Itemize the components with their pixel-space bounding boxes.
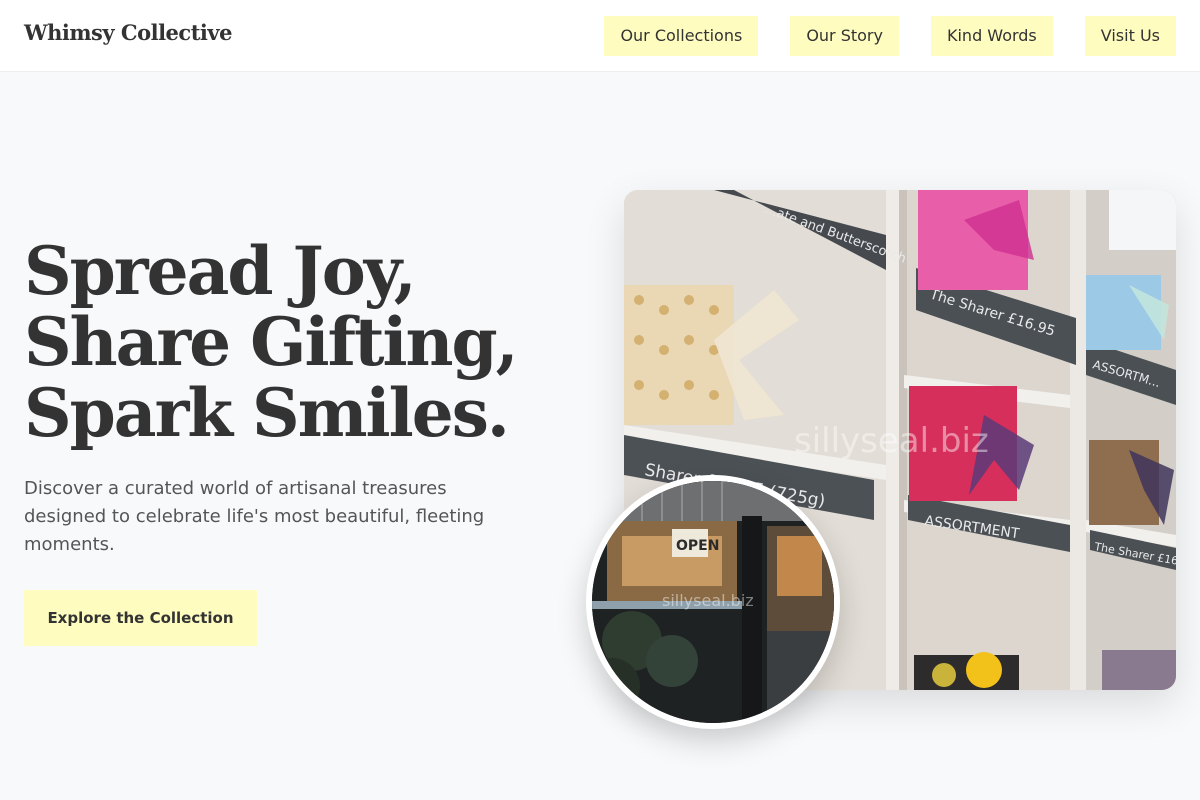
hero-description: Discover a curated world of artisanal tr… [24, 478, 485, 555]
brand-logo[interactable]: Whimsy Collective [24, 20, 232, 45]
explore-collection-button[interactable]: Explore the Collection [24, 590, 257, 646]
storefront-circle-image: OPEN sillyseal.biz [586, 475, 840, 729]
nav-our-collections[interactable]: Our Collections [604, 16, 759, 56]
hero-title-line-2: Share Gifting, [24, 303, 519, 381]
storefront-open-sign: OPEN [676, 538, 719, 554]
nav-visit-us[interactable]: Visit Us [1084, 16, 1176, 56]
nav-our-story[interactable]: Our Story [790, 16, 899, 56]
nav-kind-words[interactable]: Kind Words [930, 16, 1053, 56]
circle-image-watermark: sillyseal.biz [662, 591, 754, 610]
main-image-watermark: sillyseal.biz [794, 421, 989, 461]
hero-title-line-3: Spark Smiles. [24, 374, 510, 452]
main-nav: Our Collections Our Story Kind Words Vis… [604, 16, 1176, 56]
site-header: Whimsy Collective Our Collections Our St… [0, 0, 1200, 72]
hero-title-line-1: Spread Joy, [24, 232, 417, 310]
hero-title: Spread Joy, Share Gifting, Spark Smiles. [24, 232, 519, 452]
